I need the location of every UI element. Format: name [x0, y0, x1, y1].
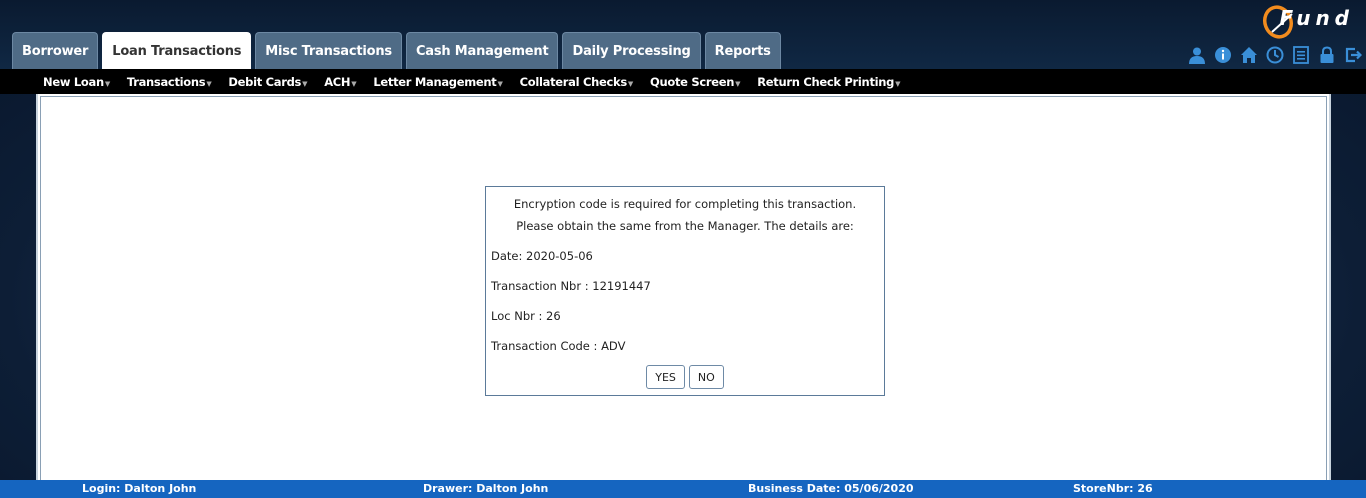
- tab-borrower[interactable]: Borrower: [12, 32, 99, 69]
- subnav-quote-screen[interactable]: Quote Screen▼: [650, 75, 741, 89]
- subnav-collateral-checks[interactable]: Collateral Checks▼: [520, 75, 634, 89]
- caret-down-icon: ▼: [627, 79, 633, 88]
- clock-icon[interactable]: [1266, 46, 1284, 64]
- logout-icon[interactable]: [1344, 46, 1362, 64]
- subnav-ach[interactable]: ACH▼: [324, 75, 356, 89]
- info-icon[interactable]: [1214, 46, 1232, 64]
- dialog-message-line2: Please obtain the same from the Manager.…: [516, 219, 854, 233]
- tab-loan-transactions[interactable]: Loan Transactions: [102, 32, 252, 69]
- home-icon[interactable]: [1240, 46, 1258, 64]
- subnav-debit-cards[interactable]: Debit Cards▼: [228, 75, 307, 89]
- header-icons: [1188, 46, 1362, 64]
- encryption-code-dialog: Encryption code is required for completi…: [485, 186, 885, 396]
- footer-store-nbr: StoreNbr: 26: [1073, 482, 1153, 495]
- status-footer: Login: Dalton John Drawer: Dalton John B…: [0, 480, 1366, 498]
- dialog-message-line1: Encryption code is required for completi…: [513, 197, 857, 211]
- sub-navigation: New Loan▼ Transactions▼ Debit Cards▼ ACH…: [0, 69, 1366, 94]
- lock-icon[interactable]: [1318, 46, 1336, 64]
- footer-drawer: Drawer: Dalton John: [423, 482, 549, 495]
- caret-down-icon: ▼: [302, 79, 308, 88]
- caret-down-icon: ▼: [351, 79, 357, 88]
- no-button[interactable]: NO: [688, 365, 724, 389]
- dialog-loc-nbr: Loc Nbr : 26: [491, 309, 561, 323]
- caret-down-icon: ▼: [206, 79, 212, 88]
- footer-business-date: Business Date: 05/06/2020: [748, 482, 914, 495]
- list-icon[interactable]: [1292, 46, 1310, 64]
- dialog-transaction-code: Transaction Code : ADV: [491, 339, 626, 353]
- subnav-transactions[interactable]: Transactions▼: [127, 75, 212, 89]
- subnav-letter-management[interactable]: Letter Management▼: [373, 75, 503, 89]
- yes-button[interactable]: YES: [646, 365, 685, 389]
- dialog-date: Date: 2020-05-06: [491, 249, 593, 263]
- main-tabs: Borrower Loan Transactions Misc Transact…: [12, 32, 781, 69]
- tab-misc-transactions[interactable]: Misc Transactions: [255, 32, 402, 69]
- main-content: Encryption code is required for completi…: [36, 94, 1331, 480]
- caret-down-icon: ▼: [497, 79, 503, 88]
- user-icon[interactable]: [1188, 46, 1206, 64]
- subnav-return-check-printing[interactable]: Return Check Printing▼: [757, 75, 900, 89]
- caret-down-icon: ▼: [895, 79, 901, 88]
- tab-cash-management[interactable]: Cash Management: [405, 32, 559, 69]
- caret-down-icon: ▼: [735, 79, 741, 88]
- dialog-transaction-nbr: Transaction Nbr : 12191447: [491, 279, 651, 293]
- tab-reports[interactable]: Reports: [704, 32, 781, 69]
- subnav-new-loan[interactable]: New Loan▼: [43, 75, 110, 89]
- logo-text: Fund: [1279, 6, 1354, 30]
- tab-daily-processing[interactable]: Daily Processing: [562, 32, 701, 69]
- qfund-logo: Fund: [1258, 2, 1358, 42]
- dialog-buttons: YES NO: [486, 365, 884, 389]
- footer-login: Login: Dalton John: [82, 482, 197, 495]
- caret-down-icon: ▼: [104, 79, 110, 88]
